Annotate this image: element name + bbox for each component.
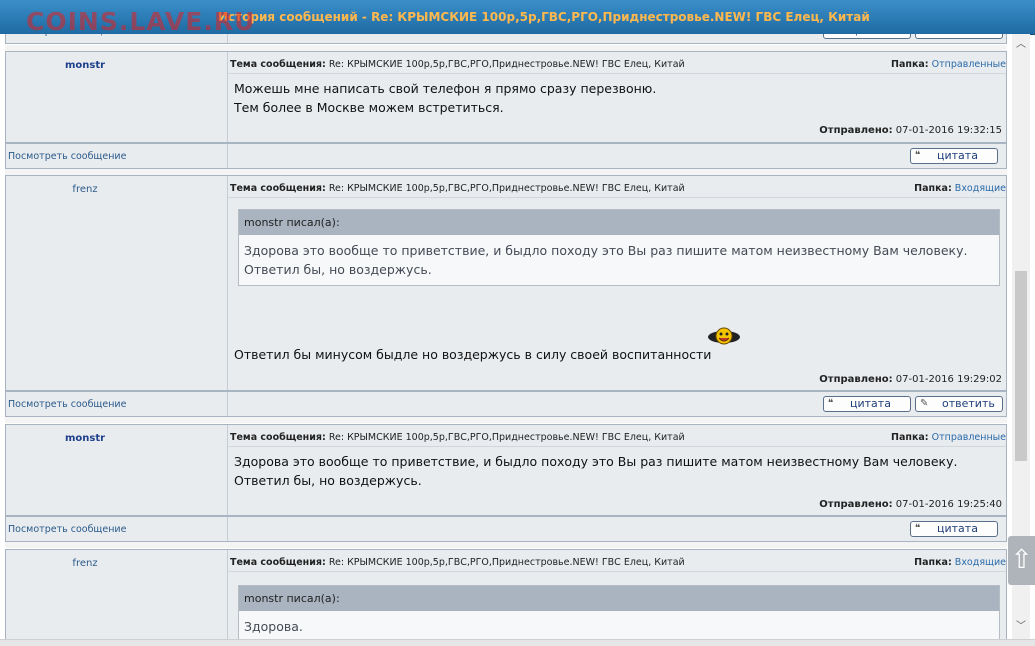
message-body: Можешь мне написать свой телефон я прямо… — [234, 81, 657, 115]
message-footer-previous: Посмотреть сообщение ❝цитата ✎ответить — [5, 34, 1007, 44]
message-sent-time: Отправлено: 07-01-2016 19:32:15 — [819, 125, 1002, 136]
scrollbar-thumb[interactable] — [1015, 271, 1027, 461]
scroll-to-top-icon[interactable]: ⇧ — [1008, 536, 1035, 585]
site-watermark: COINS.LAVE.RU — [26, 7, 256, 36]
message-author[interactable]: monstr — [6, 433, 164, 444]
message-card: frenz Тема сообщения: Re: КРЫМСКИЕ 100р,… — [5, 175, 1007, 391]
message-folder: Папка: Отправленные — [891, 432, 1006, 443]
message-body: Здорова это вообще то приветствие, и быд… — [234, 454, 958, 488]
scroll-up-icon[interactable]: ︿ — [1016, 40, 1026, 50]
smiley-icon — [708, 327, 740, 345]
quote-text: Здорова. — [244, 619, 303, 634]
message-author[interactable]: frenz — [6, 558, 164, 569]
window-title: История сообщений - Re: КРЫМСКИЕ 100р,5р… — [218, 10, 870, 24]
message-subject: Тема сообщения: Re: КРЫМСКИЕ 100р,5р,ГВС… — [230, 183, 685, 194]
message-folder: Папка: Входящие — [914, 557, 1006, 568]
view-message-link[interactable]: Посмотреть сообщение — [8, 151, 126, 162]
message-subject: Тема сообщения: Re: КРЫМСКИЕ 100р,5р,ГВС… — [230, 432, 685, 443]
message-subject: Тема сообщения: Re: КРЫМСКИЕ 100р,5р,ГВС… — [230, 557, 685, 568]
message-footer: Посмотреть сообщение ❝ цитата — [5, 143, 1007, 169]
message-sent-time: Отправлено: 07-01-2016 19:29:02 — [819, 374, 1002, 385]
view-message-link[interactable]: Посмотреть сообщение — [8, 34, 126, 37]
message-history-viewport[interactable]: Посмотреть сообщение ❝цитата ✎ответить m… — [0, 34, 1012, 639]
quote-button[interactable]: ❝цитата — [823, 396, 911, 412]
message-folder: Папка: Отправленные — [891, 59, 1006, 70]
window-titlebar: История сообщений - Re: КРЫМСКИЕ 100р,5р… — [0, 0, 1035, 36]
reply-icon: ✎ — [920, 398, 929, 409]
separator — [5, 542, 1007, 548]
quote-icon: ❝ — [828, 398, 834, 409]
message-folder: Папка: Входящие — [914, 183, 1006, 194]
quote-button[interactable]: ❝цитата — [910, 148, 998, 164]
quote-text: Здорова это вообще то приветствие, и быд… — [244, 243, 968, 277]
quote-block: monstr писал(а): Здорова. — [238, 585, 1000, 639]
message-author[interactable]: frenz — [6, 184, 164, 195]
quote-button[interactable]: ❝цитата — [910, 521, 998, 537]
message-subject: Тема сообщения: Re: КРЫМСКИЕ 100р,5р,ГВС… — [230, 59, 685, 70]
message-footer: Посмотреть сообщение ❝ цитата — [5, 516, 1007, 542]
message-card: monstr Тема сообщения: Re: КРЫМСКИЕ 100р… — [5, 424, 1007, 516]
reply-icon: ✎ — [920, 34, 928, 38]
message-footer: Посмотреть сообщение ❝ цитата ✎ ответить — [5, 391, 1007, 417]
quote-header: monstr писал(а): — [239, 210, 999, 235]
separator — [5, 417, 1007, 423]
quote-header: monstr писал(а): — [239, 586, 999, 611]
message-author[interactable]: monstr — [6, 60, 164, 71]
quote-block: monstr писал(а): Здорова это вообще то п… — [238, 209, 1000, 286]
view-message-link[interactable]: Посмотреть сообщение — [8, 524, 126, 535]
quote-icon: ❝ — [828, 34, 833, 38]
reply-button[interactable]: ✎ответить — [915, 34, 1003, 39]
message-sent-time: Отправлено: 07-01-2016 19:25:40 — [819, 499, 1002, 510]
reply-button[interactable]: ✎ответить — [915, 396, 1003, 412]
message-body: Ответил бы минусом быдле но воздержусь в… — [234, 347, 712, 362]
quote-icon: ❝ — [915, 150, 921, 161]
view-message-link[interactable]: Посмотреть сообщение — [8, 399, 126, 410]
quote-icon: ❝ — [915, 523, 921, 534]
scroll-down-icon[interactable]: ﹀ — [1016, 622, 1026, 632]
quote-button[interactable]: ❝цитата — [823, 34, 911, 39]
message-card: monstr Тема сообщения: Re: КРЫМСКИЕ 100р… — [5, 51, 1007, 143]
message-card: frenz Тема сообщения: Re: КРЫМСКИЕ 100р,… — [5, 549, 1007, 639]
